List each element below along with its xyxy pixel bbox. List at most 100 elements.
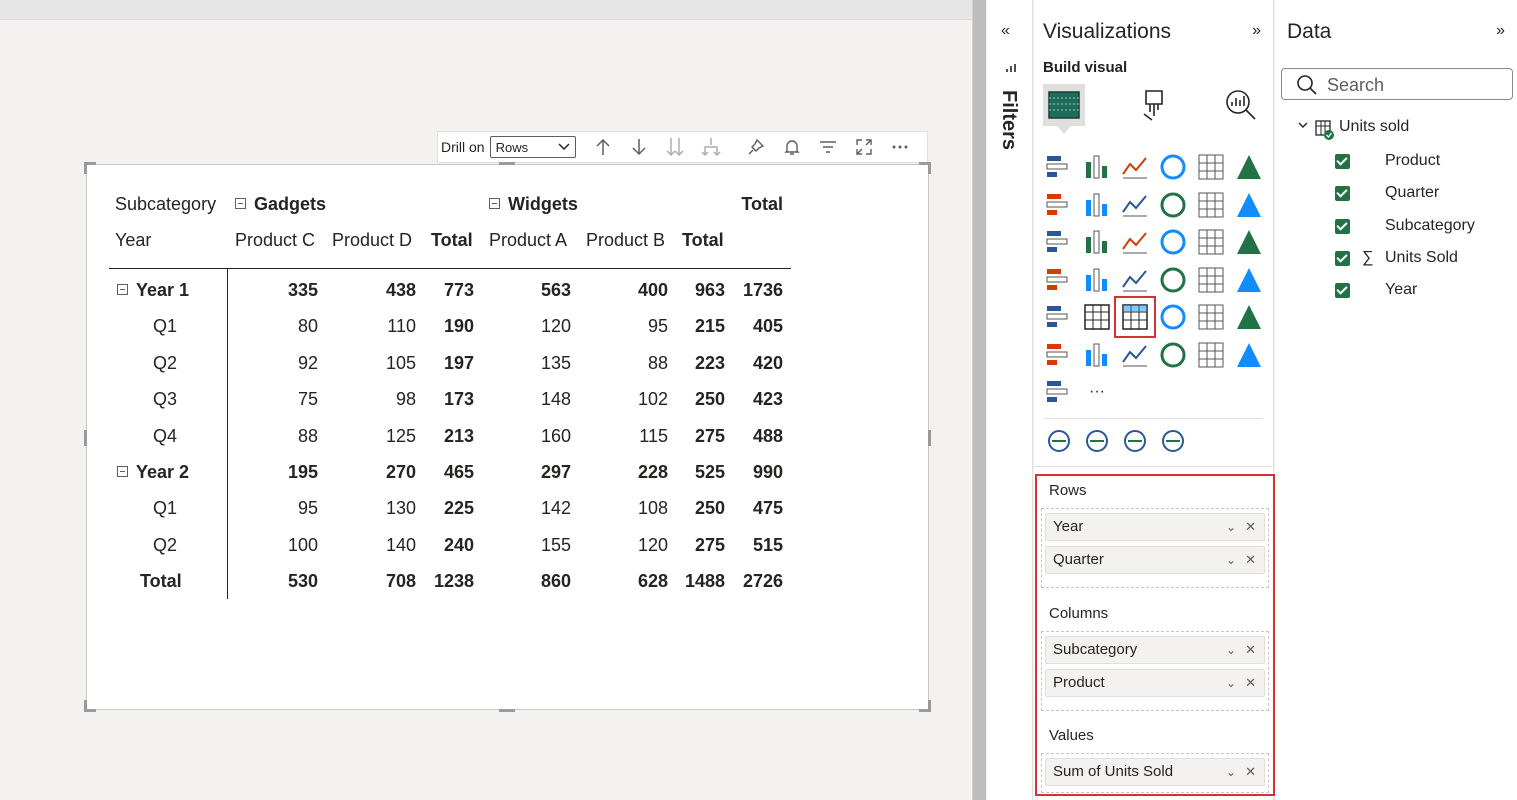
scatter-chart-icon[interactable]	[1158, 227, 1188, 257]
resize-handle[interactable]	[928, 700, 931, 712]
slicer-icon[interactable]	[1044, 302, 1074, 332]
line-chart-icon[interactable]	[1044, 190, 1074, 220]
power-automate-icon[interactable]	[1120, 340, 1150, 370]
waterfall-chart-icon[interactable]	[1082, 227, 1112, 257]
collapse-icon[interactable]	[235, 197, 246, 209]
stacked-area-chart-icon[interactable]	[1120, 190, 1150, 220]
chevron-down-icon[interactable]: ⌄	[1226, 759, 1236, 785]
canvas-scrollbar[interactable]	[972, 0, 986, 800]
checkbox[interactable]	[1335, 283, 1350, 298]
collapse-icon[interactable]	[117, 283, 128, 295]
100-stacked-column-chart-icon[interactable]	[1234, 152, 1264, 182]
filled-map-icon[interactable]	[1082, 426, 1112, 456]
close-icon[interactable]: ✕	[1245, 637, 1256, 663]
decomposition-tree-icon[interactable]	[1158, 302, 1188, 332]
map-icon[interactable]	[1082, 265, 1112, 295]
100-stacked-area-chart-icon[interactable]	[1158, 190, 1188, 220]
power-filter-icon[interactable]	[1158, 426, 1188, 456]
checkbox[interactable]	[1335, 186, 1350, 201]
checkbox[interactable]	[1335, 154, 1350, 169]
close-icon[interactable]: ✕	[1245, 670, 1256, 696]
filter-button[interactable]	[810, 132, 846, 162]
focus-mode-button[interactable]	[846, 132, 882, 162]
expand-right-icon[interactable]: »	[1496, 22, 1505, 40]
columns-field-subcategory[interactable]: Subcategory ⌄ ✕	[1045, 636, 1265, 664]
checkbox[interactable]	[1335, 219, 1350, 234]
resize-handle[interactable]	[84, 430, 87, 446]
header-gadgets[interactable]: Gadgets	[235, 186, 326, 222]
more-options-button[interactable]	[882, 132, 918, 162]
analytics-tab[interactable]	[1220, 84, 1262, 126]
power-automate-flow-icon[interactable]	[1044, 377, 1074, 407]
filters-label[interactable]: Filters	[997, 90, 1020, 150]
build-visual-tab[interactable]	[1043, 84, 1085, 134]
resize-handle[interactable]	[84, 700, 87, 712]
header-widgets[interactable]: Widgets	[489, 186, 578, 222]
collapse-icon[interactable]	[117, 465, 128, 477]
qa-icon[interactable]	[1082, 340, 1112, 370]
chevron-down-icon[interactable]: ⌄	[1226, 637, 1236, 663]
alert-button[interactable]	[774, 132, 810, 162]
clustered-bar-chart-icon[interactable]	[1120, 152, 1150, 182]
close-icon[interactable]: ✕	[1245, 514, 1256, 540]
go-to-next-level-button[interactable]	[657, 132, 693, 162]
table-icon[interactable]	[1082, 302, 1112, 332]
globe-icon[interactable]	[1044, 426, 1074, 456]
rows-well[interactable]: Year ⌄ ✕ Quarter ⌄ ✕	[1041, 508, 1269, 588]
expand-next-level-button[interactable]	[693, 132, 729, 162]
checkbox[interactable]	[1335, 251, 1350, 266]
expand-right-icon[interactable]: »	[1252, 22, 1261, 40]
more-visuals-icon[interactable]: ···	[1082, 377, 1112, 407]
pin-button[interactable]	[738, 132, 774, 162]
columns-well[interactable]: Subcategory ⌄ ✕ Product ⌄ ✕	[1041, 631, 1269, 711]
pie-chart-icon[interactable]	[1196, 227, 1226, 257]
drill-up-button[interactable]	[585, 132, 621, 162]
matrix-visual[interactable]: Subcategory Gadgets Widgets Total Year P…	[84, 162, 931, 712]
chevron-down-icon[interactable]: ⌄	[1226, 670, 1236, 696]
format-visual-tab[interactable]	[1133, 84, 1175, 126]
card-icon[interactable]	[1196, 265, 1226, 295]
donut-chart-icon[interactable]	[1234, 227, 1264, 257]
stacked-column-chart-icon[interactable]	[1082, 152, 1112, 182]
chevron-down-icon[interactable]	[1297, 118, 1309, 136]
line-clustered-column-chart-icon[interactable]	[1196, 190, 1226, 220]
resize-handle[interactable]	[499, 709, 515, 712]
funnel-chart-icon[interactable]	[1120, 227, 1150, 257]
image-icon[interactable]	[1158, 340, 1188, 370]
row-header[interactable]: Year 1	[117, 272, 189, 308]
drill-down-button[interactable]	[621, 132, 657, 162]
arcgis-map-icon[interactable]	[1196, 340, 1226, 370]
resize-handle[interactable]	[928, 162, 931, 174]
matrix-icon[interactable]	[1114, 296, 1156, 338]
values-field-sum-units-sold[interactable]: Sum of Units Sold ⌄ ✕	[1045, 758, 1265, 786]
filters-pane[interactable]: « Filters	[987, 0, 1033, 800]
key-influencers-icon[interactable]	[1196, 302, 1226, 332]
drill-on-select[interactable]: Rows	[489, 136, 576, 158]
area-chart-icon[interactable]	[1082, 190, 1112, 220]
search-input[interactable]: Search	[1281, 68, 1513, 100]
line-stacked-column-chart-icon[interactable]	[1234, 190, 1264, 220]
power-apps-icon[interactable]	[1234, 340, 1264, 370]
paginated-report-icon[interactable]	[1044, 340, 1074, 370]
collapse-left-icon[interactable]: «	[1001, 22, 1010, 40]
kpi-icon[interactable]	[1234, 265, 1264, 295]
collapse-icon[interactable]	[489, 197, 500, 209]
resize-handle[interactable]	[928, 430, 931, 446]
close-icon[interactable]: ✕	[1245, 759, 1256, 785]
trophy-icon[interactable]	[1120, 426, 1150, 456]
close-icon[interactable]: ✕	[1245, 547, 1256, 573]
100-stacked-bar-chart-icon[interactable]	[1196, 152, 1226, 182]
resize-handle[interactable]	[499, 162, 515, 165]
azure-map-icon[interactable]	[1120, 265, 1150, 295]
columns-field-product[interactable]: Product ⌄ ✕	[1045, 669, 1265, 697]
treemap-icon[interactable]	[1044, 265, 1074, 295]
chevron-down-icon[interactable]: ⌄	[1226, 514, 1236, 540]
row-header[interactable]: Year 2	[117, 454, 189, 490]
smart-narrative-icon[interactable]	[1234, 302, 1264, 332]
clustered-column-chart-icon[interactable]	[1158, 152, 1188, 182]
rows-field-year[interactable]: Year ⌄ ✕	[1045, 513, 1265, 541]
chevron-down-icon[interactable]: ⌄	[1226, 547, 1236, 573]
rows-field-quarter[interactable]: Quarter ⌄ ✕	[1045, 546, 1265, 574]
ribbon-chart-icon[interactable]	[1044, 227, 1074, 257]
values-well[interactable]: Sum of Units Sold ⌄ ✕	[1041, 753, 1269, 793]
